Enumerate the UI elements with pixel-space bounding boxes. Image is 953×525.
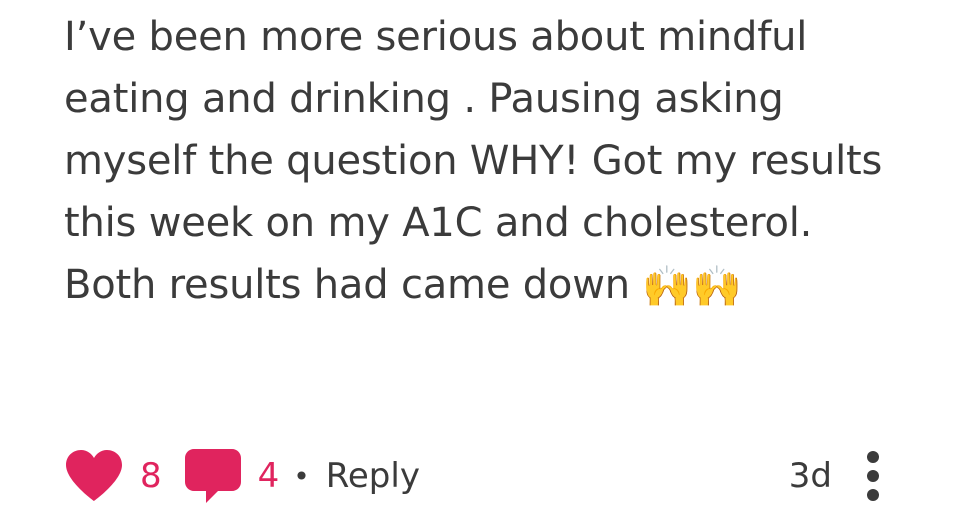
post-text: I’ve been more serious about mindful eat… [64, 6, 884, 316]
separator-dot: • [293, 459, 310, 493]
heart-icon[interactable] [64, 449, 124, 503]
action-bar: 8 4 • Reply 3d [64, 446, 924, 506]
post-body-text: I’ve been more serious about mindful eat… [64, 14, 883, 308]
comment-icon[interactable] [184, 448, 242, 504]
comment-count: 4 [257, 456, 280, 496]
like-count: 8 [140, 456, 162, 496]
raised-hands-emoji: 🙌🙌 [642, 264, 742, 310]
more-vertical-icon[interactable] [866, 450, 880, 511]
post-timestamp: 3d [788, 456, 832, 496]
comment-button[interactable]: 4 [184, 448, 280, 504]
reply-button[interactable]: Reply [326, 456, 420, 496]
like-button[interactable]: 8 [64, 449, 184, 503]
